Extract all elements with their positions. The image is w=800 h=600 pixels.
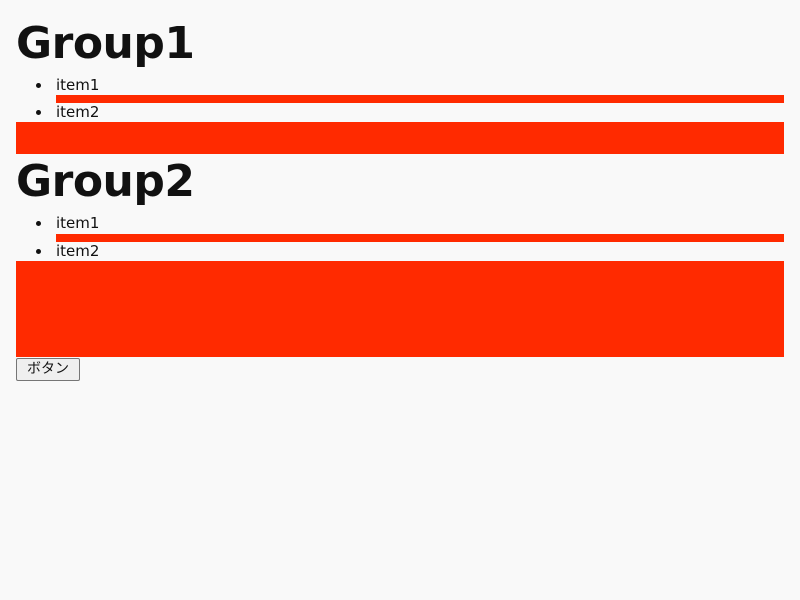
action-button[interactable]: ボタン bbox=[16, 358, 80, 381]
group-2-item-divider-bar bbox=[56, 234, 784, 242]
list-item: item1 bbox=[16, 76, 784, 94]
list-item-label: item1 bbox=[56, 214, 100, 232]
group-1-item-divider-bar bbox=[56, 95, 784, 103]
list-item: item2 bbox=[16, 242, 784, 260]
group-2-title: Group2 bbox=[16, 156, 195, 207]
list-item-label: item1 bbox=[56, 76, 100, 94]
list-item-label: item2 bbox=[56, 242, 100, 260]
list-item: item2 bbox=[16, 103, 784, 121]
group-1-title: Group1 bbox=[16, 18, 195, 69]
group-1-red-block bbox=[16, 122, 784, 154]
list-item: item1 bbox=[16, 214, 784, 232]
group-2-red-block bbox=[16, 261, 784, 357]
list-item-label: item2 bbox=[56, 103, 100, 121]
